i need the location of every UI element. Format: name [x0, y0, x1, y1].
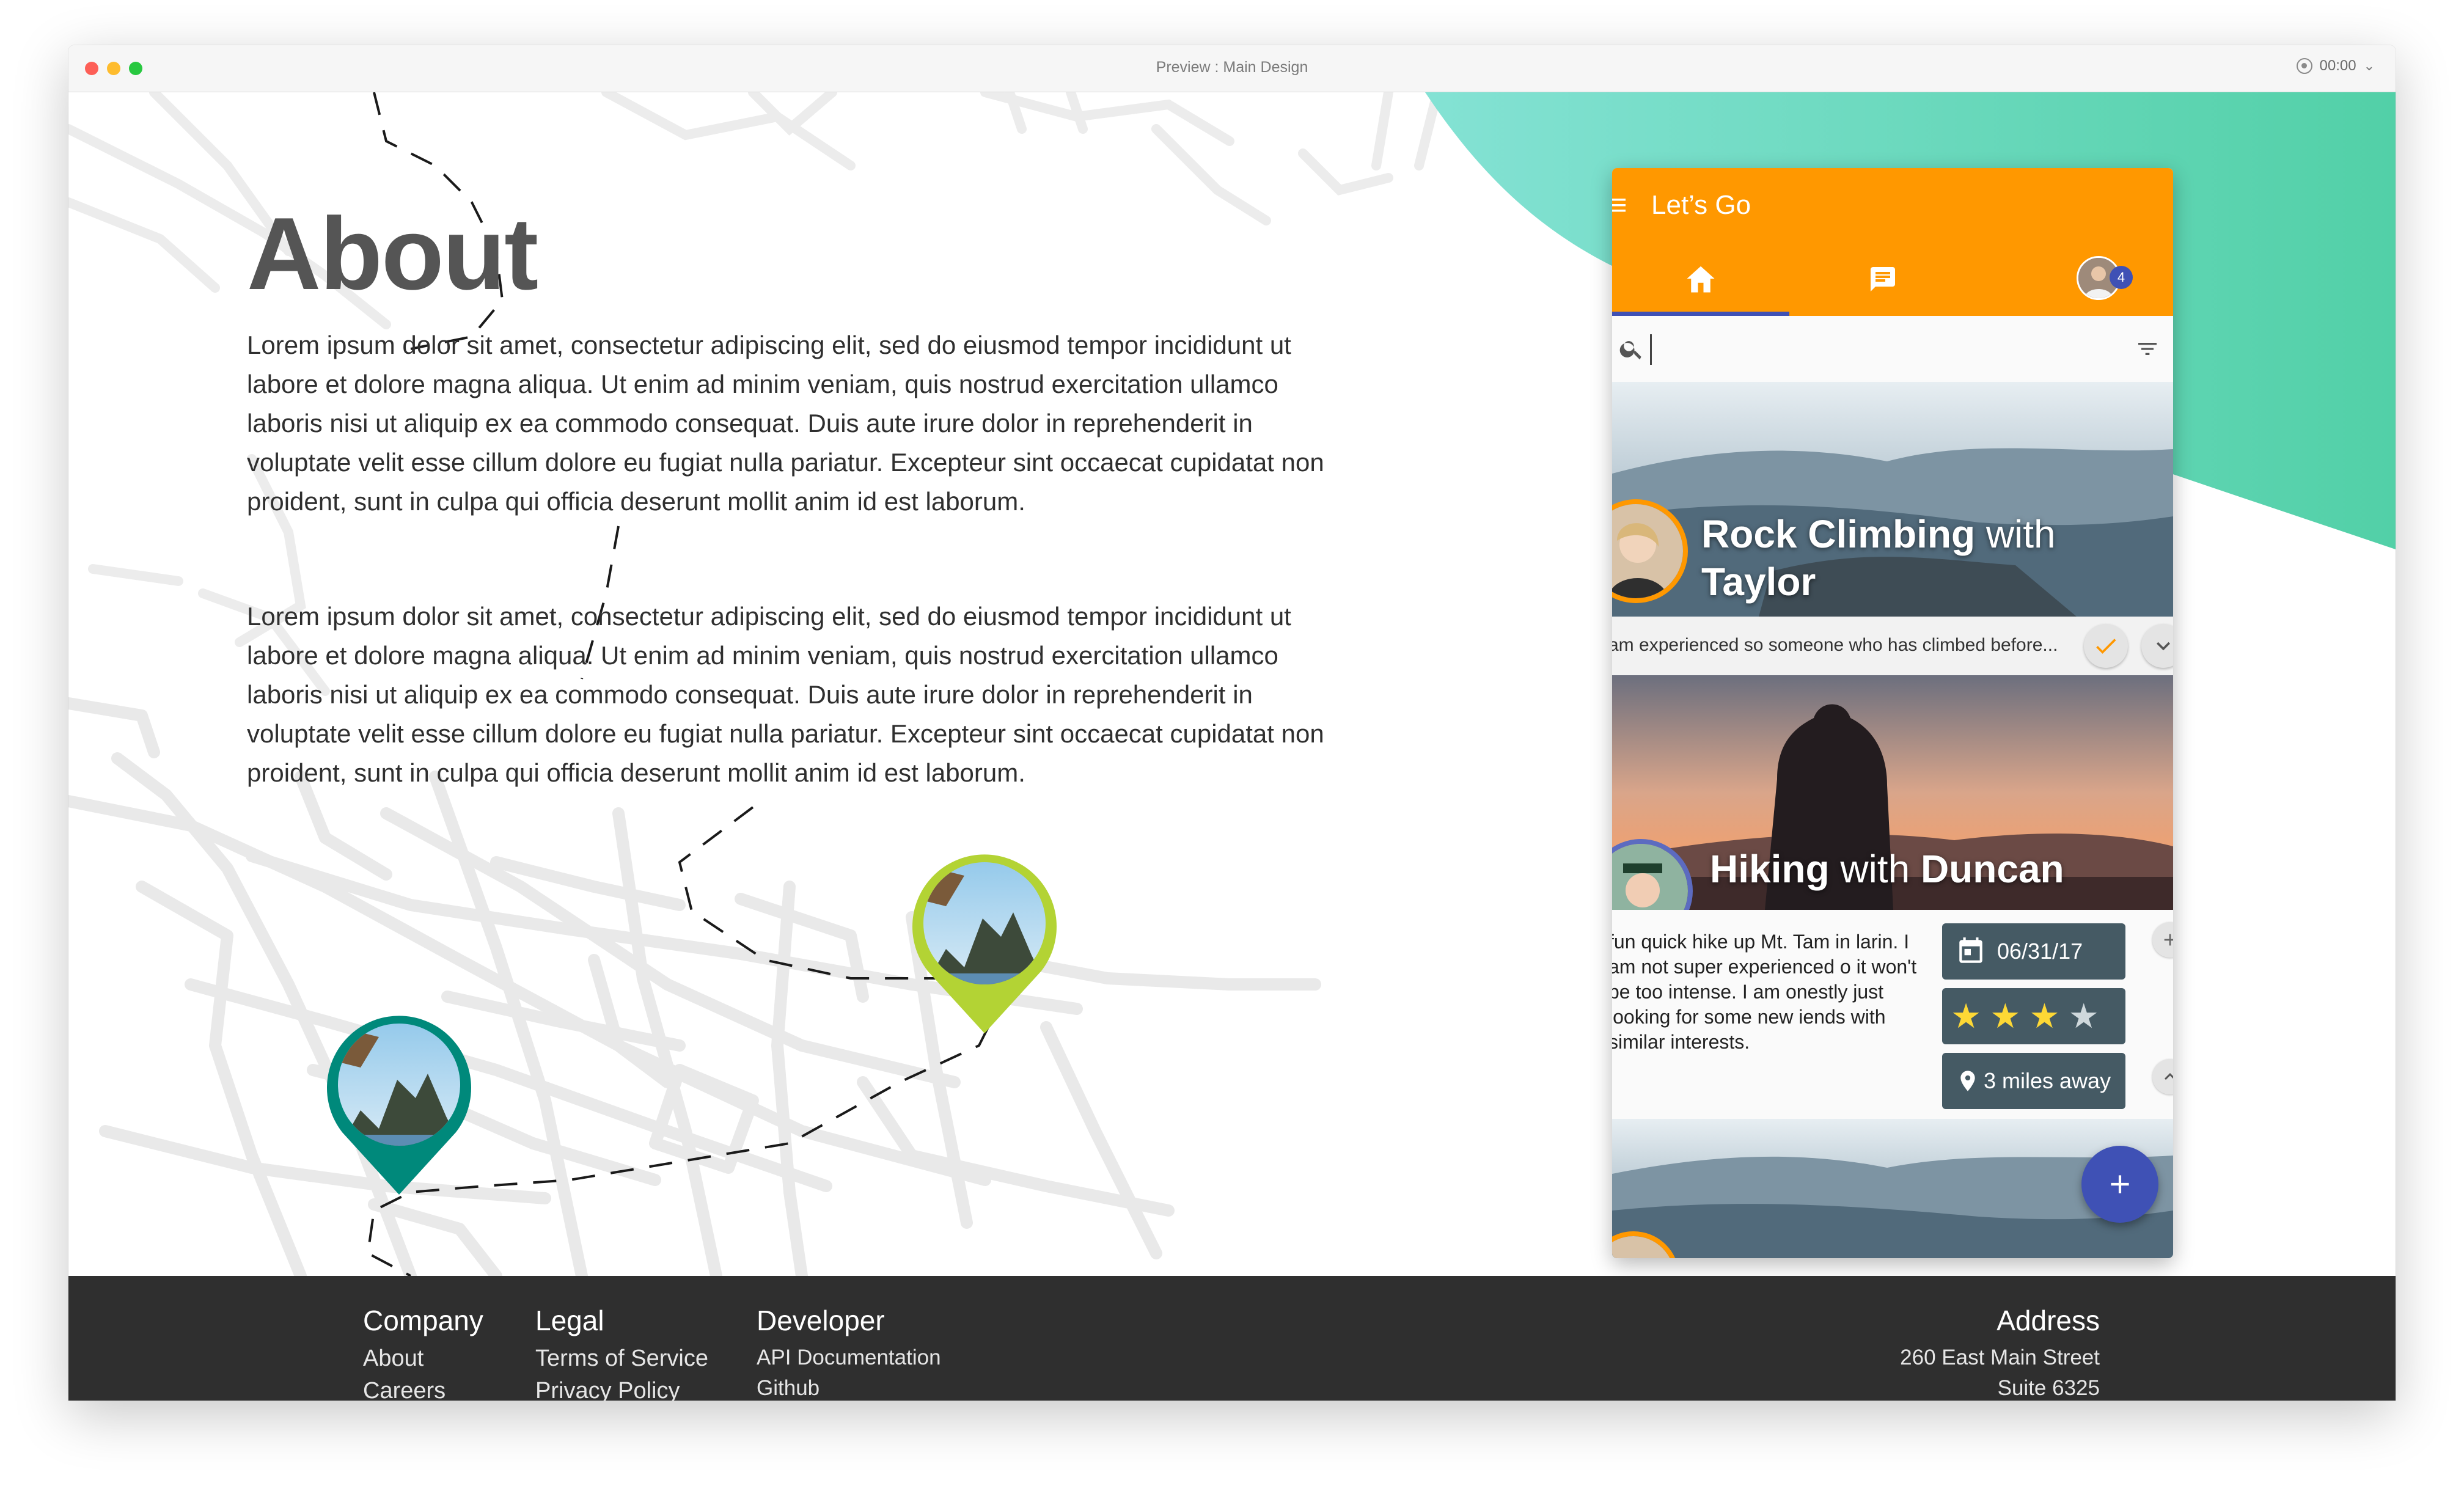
- card-details: fun quick hike up Mt. Tam in larin. I am…: [1612, 910, 2173, 1119]
- star-icon: ★: [2029, 997, 2060, 1035]
- tab-chat[interactable]: [1795, 244, 1973, 316]
- tab-indicator: [1612, 312, 1789, 316]
- footer-heading-company: Company: [363, 1305, 483, 1336]
- card-with: with: [1829, 847, 1921, 891]
- footer-link-about[interactable]: About: [363, 1346, 483, 1372]
- footer-heading-address: Address: [1997, 1305, 2100, 1336]
- chevron-down-icon: [2157, 642, 2170, 651]
- card-title-hiking[interactable]: Hiking with Duncan: [1710, 845, 2173, 893]
- event-date-chip: 06/31/17: [1942, 923, 2125, 980]
- rating-chip: ★ ★ ★ ★: [1942, 988, 2125, 1044]
- join-button[interactable]: [2084, 624, 2128, 668]
- distance-chip: 3 miles away: [1942, 1053, 2125, 1109]
- tab-home[interactable]: [1612, 244, 1789, 316]
- chevron-down-icon: ⌄: [2363, 58, 2375, 73]
- location-pin-icon: [1960, 1071, 1975, 1091]
- add-activity-fab[interactable]: [2081, 1146, 2158, 1223]
- star-icon: ★: [1990, 997, 2021, 1035]
- card-host-name: Duncan: [1920, 847, 2064, 891]
- plus-icon: [2111, 1175, 2129, 1193]
- search-icon: [1619, 341, 1641, 360]
- footer-link-privacy[interactable]: Privacy Policy: [535, 1378, 708, 1401]
- footer-link-careers[interactable]: Careers: [363, 1378, 483, 1401]
- site-footer: Company About Careers Legal Terms of Ser…: [68, 1276, 2396, 1401]
- event-date: 06/31/17: [1997, 939, 2083, 964]
- avatar: [1612, 504, 1683, 598]
- footer-link-api-docs[interactable]: API Documentation: [757, 1346, 941, 1370]
- footer-developer: Developer API Documentation Github: [757, 1304, 941, 1401]
- menu-icon[interactable]: [1612, 199, 1626, 212]
- card-activity: Hiking: [1710, 847, 1830, 891]
- app-bar: Let’s Go 4: [1612, 168, 2173, 316]
- about-paragraph-1: Lorem ipsum dolor sit amet, consectetur …: [247, 331, 1324, 516]
- card-snippet-text: am experienced so someone who has climbe…: [1612, 635, 2058, 655]
- calendar-icon: [1959, 937, 1982, 963]
- page-title: About: [247, 196, 538, 311]
- home-icon: [1687, 266, 1715, 293]
- star-icon: ★: [1951, 997, 1982, 1035]
- record-icon: [2296, 58, 2312, 74]
- footer-link-github[interactable]: Github: [757, 1376, 941, 1401]
- card-snippet-row: am experienced so someone who has climbe…: [1612, 617, 2173, 675]
- check-icon: [2096, 639, 2116, 654]
- app-title: Let’s Go: [1651, 190, 1751, 220]
- chat-icon: [1871, 267, 1895, 291]
- filter-icon[interactable]: [2134, 337, 2161, 361]
- search-bar: [1612, 316, 2173, 383]
- search-input[interactable]: [1650, 334, 2124, 365]
- star-icon: ★: [2068, 997, 2099, 1035]
- timer-label: 00:00: [2319, 57, 2356, 74]
- chevron-up-icon: [2165, 1073, 2173, 1080]
- map-pin-green[interactable]: [909, 851, 1060, 1035]
- footer-legal: Legal Terms of Service Privacy Policy: [535, 1304, 708, 1401]
- plus-icon: [2164, 934, 2173, 946]
- card-activity: Rock Climbing: [1701, 512, 1976, 556]
- window-title: Preview : Main Design: [1156, 59, 1308, 76]
- window-titlebar: Preview : Main Design 00:00 ⌄: [68, 45, 2396, 92]
- card-description: fun quick hike up Mt. Tam in larin. I am…: [1612, 931, 1917, 1053]
- card-with: with: [1975, 512, 2056, 556]
- footer-address: Address 260 East Main Street Suite 6325: [1900, 1304, 2100, 1401]
- app-preview: Let’s Go 4 Rock Climbing with Taylor am …: [1612, 168, 2173, 1258]
- notification-badge: 4: [2110, 266, 2133, 289]
- distance-label: 3 miles away: [1984, 1068, 2111, 1093]
- recording-control[interactable]: 00:00 ⌄: [2296, 57, 2375, 75]
- map-pin-teal[interactable]: [324, 1013, 474, 1196]
- footer-heading-legal: Legal: [535, 1305, 604, 1336]
- address-line-2: Suite 6325: [1997, 1376, 2100, 1400]
- address-line-1: 260 East Main Street: [1900, 1346, 2100, 1369]
- preview-window: Preview : Main Design 00:00 ⌄ About Lore…: [68, 45, 2396, 1401]
- footer-heading-developer: Developer: [757, 1305, 885, 1336]
- main-content: About Lorem ipsum dolor sit amet, consec…: [68, 92, 2396, 1276]
- card-host-name: Taylor: [1701, 560, 1816, 604]
- about-paragraph-2: Lorem ipsum dolor sit amet, consectetur …: [247, 602, 1324, 787]
- footer-link-terms[interactable]: Terms of Service: [535, 1346, 708, 1372]
- expand-button[interactable]: [2141, 624, 2173, 668]
- card-title-rock-climbing[interactable]: Rock Climbing with Taylor: [1701, 510, 2166, 606]
- footer-company: Company About Careers: [363, 1304, 483, 1401]
